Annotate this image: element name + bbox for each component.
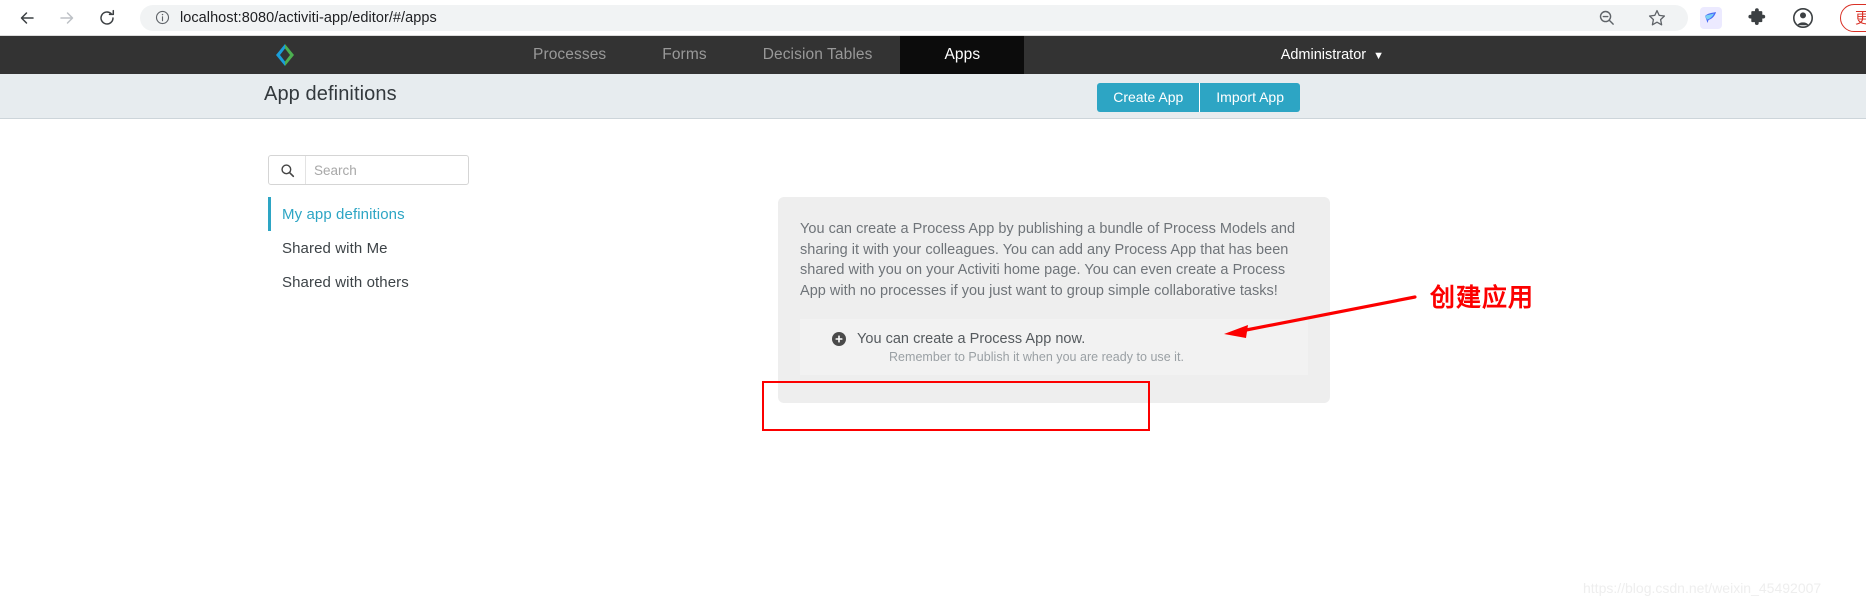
import-app-button[interactable]: Import App	[1200, 83, 1300, 113]
star-icon[interactable]	[1646, 7, 1668, 29]
annotation-label: 创建应用	[1430, 283, 1535, 312]
sidebar-item-shared-with-me[interactable]: Shared with Me	[268, 231, 498, 265]
create-process-app-card-main: You can create a Process App now.	[800, 331, 1308, 347]
plus-circle-icon	[832, 332, 846, 346]
nav-tabs: Processes Forms Decision Tables Apps	[505, 36, 1025, 74]
activiti-diamond-logo[interactable]	[265, 36, 305, 74]
back-button[interactable]	[10, 1, 44, 35]
info-circle-icon[interactable]	[154, 10, 170, 26]
chevron-down-icon: ▼	[1373, 49, 1384, 62]
update-button[interactable]: 更新	[1839, 3, 1866, 32]
content-area: My app definitions Shared with Me Shared…	[0, 119, 1866, 610]
create-process-app-subtitle: Remember to Publish it when you are read…	[889, 350, 1184, 364]
account-circle-icon[interactable]	[1792, 7, 1814, 29]
create-app-button[interactable]: Create App	[1097, 83, 1201, 113]
forward-button[interactable]	[50, 1, 84, 35]
create-process-app-title: You can create a Process App now.	[857, 331, 1086, 347]
user-menu-label: Administrator	[1280, 47, 1367, 63]
sidebar-nav: My app definitions Shared with Me Shared…	[268, 197, 498, 299]
zoom-out-icon[interactable]	[1596, 7, 1618, 29]
nav-tab-forms[interactable]: Forms	[634, 36, 734, 74]
reload-icon	[97, 8, 117, 28]
search-icon[interactable]	[269, 156, 306, 184]
search-box[interactable]	[268, 155, 499, 185]
app-definitions-panel: You can create a Process App by publishi…	[778, 197, 1330, 403]
header-actions: Create App Import App	[1097, 83, 1300, 113]
app-navbar: Processes Forms Decision Tables Apps Adm…	[0, 36, 1866, 74]
browser-extension-area: 更新	[1699, 3, 1866, 32]
arrow-left-icon	[17, 8, 37, 28]
search-input[interactable]	[306, 156, 499, 184]
url-text: localhost:8080/activiti-app/editor/#/app…	[180, 9, 437, 26]
page-title: App definitions	[264, 83, 397, 105]
sidebar-item-my-app-definitions[interactable]: My app definitions	[268, 197, 498, 231]
nav-tab-decision-tables[interactable]: Decision Tables	[735, 36, 901, 74]
puzzle-piece-icon[interactable]	[1746, 7, 1768, 29]
watermark: https://blog.csdn.net/weixin_45492007	[1583, 580, 1822, 596]
intro-paragraph: You can create a Process App by publishi…	[800, 221, 1296, 299]
sidebar-item-shared-with-others[interactable]: Shared with others	[268, 265, 498, 299]
browser-toolbar: localhost:8080/activiti-app/editor/#/app…	[0, 0, 1866, 36]
user-menu[interactable]: Administrator ▼	[1281, 36, 1866, 74]
create-process-app-card[interactable]: You can create a Process App now. Rememb…	[800, 319, 1308, 375]
reload-button[interactable]	[90, 1, 124, 35]
nav-tab-apps[interactable]: Apps	[900, 36, 1025, 74]
address-bar[interactable]: localhost:8080/activiti-app/editor/#/app…	[140, 4, 1688, 31]
nav-tab-processes[interactable]: Processes	[505, 36, 634, 74]
omnibox-actions	[1596, 7, 1674, 29]
arrow-right-icon	[57, 8, 77, 28]
page-header: App definitions Create App Import App	[0, 74, 1866, 119]
bird-extension-icon[interactable]	[1699, 6, 1722, 29]
